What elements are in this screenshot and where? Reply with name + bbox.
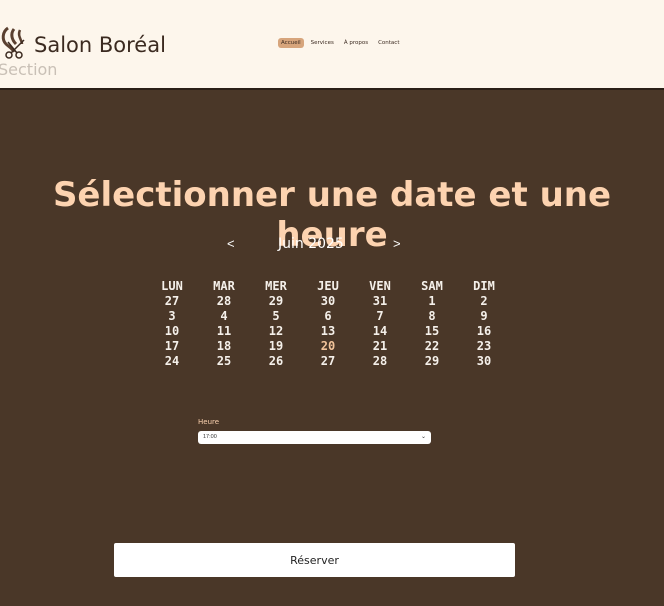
calendar-next-button[interactable]: > <box>393 236 401 251</box>
site-header: Salon Boréal Section Accueil Services À … <box>0 0 664 90</box>
calendar-day[interactable]: 16 <box>458 324 510 339</box>
calendar-day[interactable]: 14 <box>354 324 406 339</box>
calendar-day[interactable]: 29 <box>406 354 458 369</box>
calendar-day[interactable]: 25 <box>198 354 250 369</box>
time-select-value: 17:00 <box>203 434 217 440</box>
calendar-week-row: 17 18 19 20 21 22 23 <box>146 339 510 354</box>
calendar-prev-button[interactable]: < <box>227 236 235 251</box>
weekday-label: VEN <box>369 279 391 293</box>
calendar-day[interactable]: 15 <box>406 324 458 339</box>
calendar-day[interactable]: 3 <box>146 309 198 324</box>
time-select[interactable]: 17:00 ⌄ <box>198 431 431 444</box>
calendar-day[interactable]: 21 <box>354 339 406 354</box>
calendar-day[interactable]: 28 <box>354 354 406 369</box>
calendar-grid: LUN MAR MER JEU VEN SAM DIM 27 28 29 30 … <box>146 279 510 369</box>
calendar-day[interactable]: 13 <box>302 324 354 339</box>
brand-name[interactable]: Salon Boréal <box>34 33 166 57</box>
nav-accueil[interactable]: Accueil <box>278 38 304 48</box>
calendar-day[interactable]: 12 <box>250 324 302 339</box>
calendar-week-row: 27 28 29 30 31 1 2 <box>146 294 510 309</box>
calendar-day[interactable]: 18 <box>198 339 250 354</box>
weekday-label: MER <box>265 279 287 293</box>
calendar-weekday-row: LUN MAR MER JEU VEN SAM DIM <box>146 279 510 294</box>
calendar-day[interactable]: 24 <box>146 354 198 369</box>
weekday-label: JEU <box>317 279 339 293</box>
calendar-day[interactable]: 2 <box>458 294 510 309</box>
calendar-day[interactable]: 17 <box>146 339 198 354</box>
calendar-week-row: 24 25 26 27 28 29 30 <box>146 354 510 369</box>
calendar-day[interactable]: 29 <box>250 294 302 309</box>
nav-a-propos[interactable]: À propos <box>341 38 371 48</box>
weekday-label: LUN <box>161 279 183 293</box>
chevron-down-icon: ⌄ <box>420 434 426 440</box>
section-placeholder-text: Section <box>0 60 58 79</box>
calendar-day[interactable]: 30 <box>302 294 354 309</box>
time-label: Heure <box>198 418 220 426</box>
calendar-day[interactable]: 30 <box>458 354 510 369</box>
weekday-label: MAR <box>213 279 235 293</box>
calendar-day[interactable]: 19 <box>250 339 302 354</box>
calendar-day[interactable]: 1 <box>406 294 458 309</box>
calendar-week-row: 3 4 5 6 7 8 9 <box>146 309 510 324</box>
calendar-day[interactable]: 22 <box>406 339 458 354</box>
calendar-month-label: Juin 2025 <box>278 236 344 252</box>
calendar-day[interactable]: 9 <box>458 309 510 324</box>
nav-services[interactable]: Services <box>308 38 337 48</box>
reserve-button[interactable]: Réserver <box>114 543 515 577</box>
calendar-day[interactable]: 28 <box>198 294 250 309</box>
calendar-day[interactable]: 7 <box>354 309 406 324</box>
weekday-label: DIM <box>473 279 495 293</box>
calendar-day[interactable]: 31 <box>354 294 406 309</box>
calendar-week-row: 10 11 12 13 14 15 16 <box>146 324 510 339</box>
nav-contact[interactable]: Contact <box>375 38 402 48</box>
calendar-day[interactable]: 23 <box>458 339 510 354</box>
calendar-day[interactable]: 6 <box>302 309 354 324</box>
calendar-day[interactable]: 27 <box>302 354 354 369</box>
scissors-hair-icon[interactable] <box>0 26 32 60</box>
calendar-day[interactable]: 27 <box>146 294 198 309</box>
calendar-day-selected[interactable]: 20 <box>302 339 354 354</box>
calendar-day[interactable]: 5 <box>250 309 302 324</box>
calendar-day[interactable]: 10 <box>146 324 198 339</box>
calendar-day[interactable]: 11 <box>198 324 250 339</box>
weekday-label: SAM <box>421 279 443 293</box>
calendar-day[interactable]: 8 <box>406 309 458 324</box>
calendar-day[interactable]: 4 <box>198 309 250 324</box>
main-nav: Accueil Services À propos Contact <box>278 38 402 48</box>
calendar-day[interactable]: 26 <box>250 354 302 369</box>
